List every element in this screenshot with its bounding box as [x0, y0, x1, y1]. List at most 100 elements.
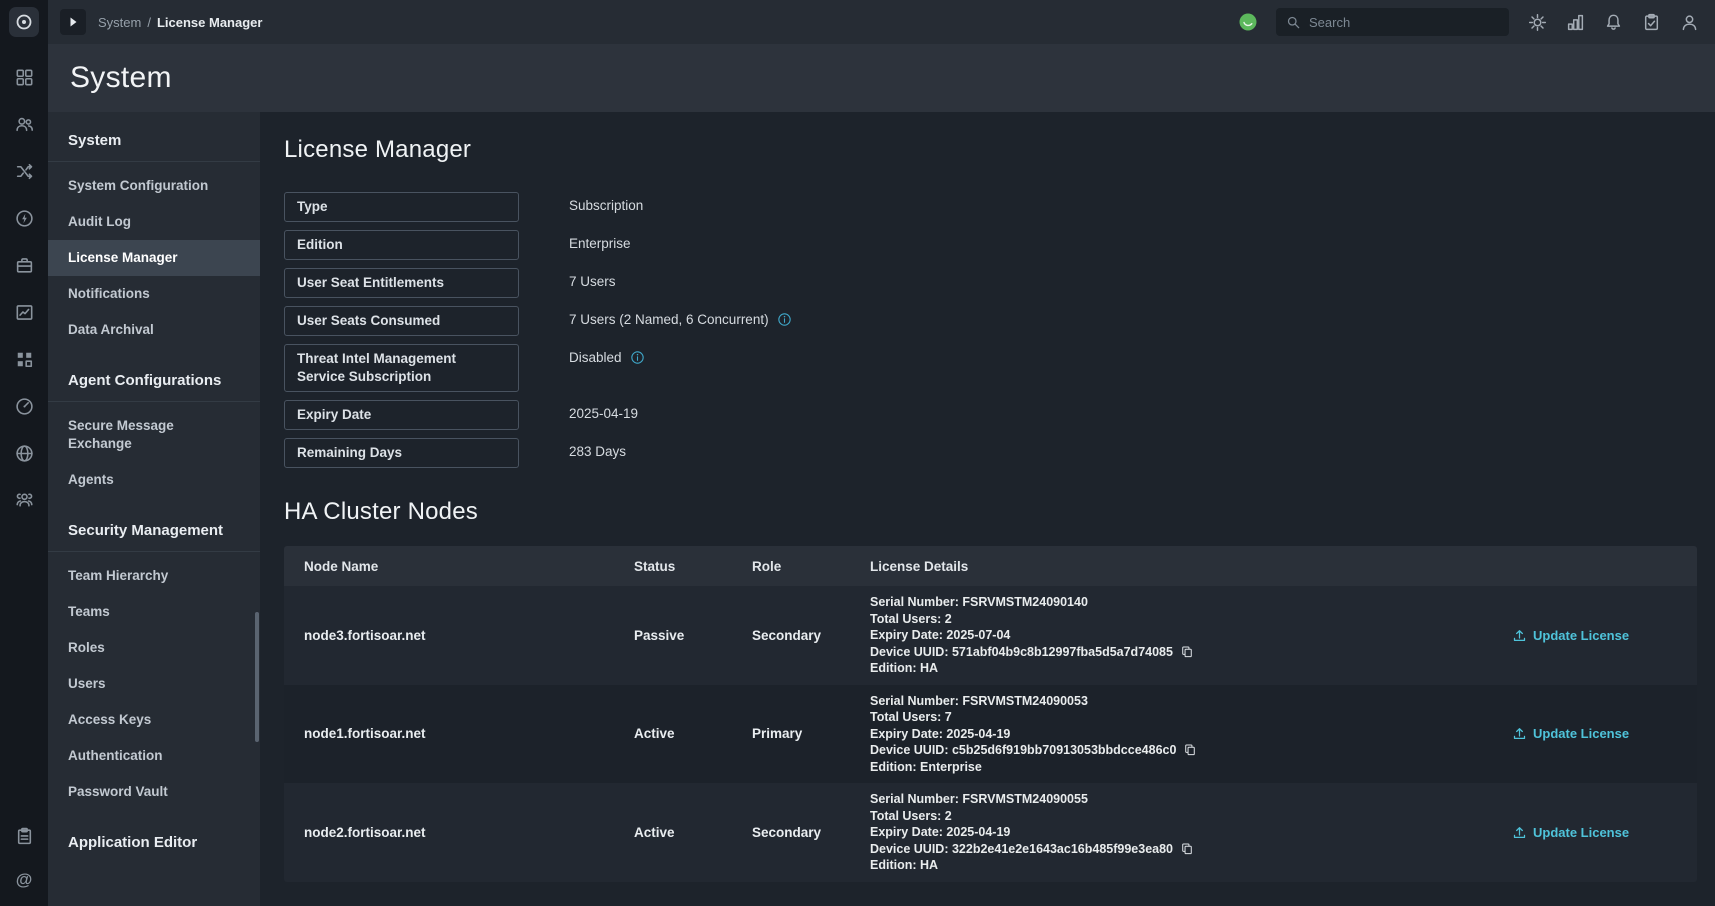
apps-grid-icon[interactable]: [14, 349, 34, 369]
total-users-line: Total Users: 7: [870, 709, 1512, 726]
column-header-license-details: License Details: [870, 559, 1512, 574]
settings-gear-icon[interactable]: [1527, 12, 1547, 32]
field-label: Edition: [284, 230, 519, 260]
edition-line: Edition: HA: [870, 857, 1512, 874]
serial-number-line: Serial Number: FSRVMSTM24090053: [870, 693, 1512, 710]
sidebar-item-data-archival[interactable]: Data Archival: [48, 312, 260, 348]
approvals-icon[interactable]: [1641, 12, 1661, 32]
table-row-node2: node2.fortisoar.net Active Secondary Ser…: [284, 783, 1697, 882]
sidebar-section-security-management: Security Management Team Hierarchy Teams…: [48, 508, 260, 810]
reports-chart-icon[interactable]: [14, 302, 34, 322]
search-box[interactable]: [1276, 8, 1509, 36]
field-row-remaining-days: Remaining Days 283 Days: [284, 438, 1697, 468]
sidebar-item-authentication[interactable]: Authentication: [48, 738, 260, 774]
sidebar-scrollbar[interactable]: [255, 612, 259, 742]
page-title: System: [70, 61, 172, 95]
team-group-icon[interactable]: [14, 490, 34, 510]
ha-cluster-table: Node Name Status Role License Details no…: [284, 546, 1697, 882]
system-health-icon[interactable]: [1238, 12, 1258, 32]
total-users-line: Total Users: 2: [870, 808, 1512, 825]
field-row-threat-intel-subscription: Threat Intel Management Service Subscrip…: [284, 344, 1697, 392]
ha-cluster-heading: HA Cluster Nodes: [284, 498, 1697, 526]
topbar-right: [1238, 8, 1699, 36]
device-uuid-line: Device UUID: 322b2e41e2e1643ac16b485f99e…: [870, 841, 1512, 858]
sidebar-item-team-hierarchy[interactable]: Team Hierarchy: [48, 558, 260, 594]
copy-icon[interactable]: [1180, 645, 1194, 659]
main-content: License Manager Type Subscription Editio…: [260, 112, 1715, 906]
navigator-gauge-icon[interactable]: [14, 396, 34, 416]
breadcrumb-separator: /: [147, 15, 151, 30]
license-details-cell: Serial Number: FSRVMSTM24090055 Total Us…: [870, 783, 1512, 882]
sidebar-item-audit-log[interactable]: Audit Log: [48, 204, 260, 240]
sidebar-section-agent-configurations: Agent Configurations Secure Message Exch…: [48, 358, 260, 498]
sidebar-item-roles[interactable]: Roles: [48, 630, 260, 666]
license-details-cell: Serial Number: FSRVMSTM24090140 Total Us…: [870, 586, 1512, 685]
field-label: Expiry Date: [284, 400, 519, 430]
sidebar-section-title: Agent Configurations: [48, 358, 260, 401]
play-arrow-icon: [67, 16, 79, 28]
field-label: Remaining Days: [284, 438, 519, 468]
update-license-button[interactable]: Update License: [1512, 825, 1629, 840]
breadcrumb-parent[interactable]: System: [98, 15, 141, 30]
connectors-shuffle-icon[interactable]: [14, 161, 34, 181]
sidebar-expand-button[interactable]: [60, 9, 86, 35]
update-license-button[interactable]: Update License: [1512, 628, 1629, 643]
tasks-clipboard-icon[interactable]: [14, 826, 34, 846]
sidebar-item-license-manager[interactable]: License Manager: [48, 240, 260, 276]
total-users-line: Total Users: 2: [870, 611, 1512, 628]
field-value: 7 Users: [569, 268, 616, 289]
field-value: 283 Days: [569, 438, 626, 459]
briefcase-icon[interactable]: [14, 255, 34, 275]
device-uuid-line: Device UUID: 571abf04b9c8b12997fba5d5a7d…: [870, 644, 1512, 661]
app-logo[interactable]: [0, 0, 48, 44]
widgets-icon[interactable]: [1565, 12, 1585, 32]
sidebar-item-secure-message-exchange[interactable]: Secure Message Exchange: [48, 408, 260, 462]
mentions-at-icon[interactable]: @: [14, 870, 34, 890]
node-name-cell: node3.fortisoar.net: [284, 628, 634, 643]
field-label: Threat Intel Management Service Subscrip…: [284, 344, 519, 392]
sidebar-item-system-configuration[interactable]: System Configuration: [48, 168, 260, 204]
serial-number-line: Serial Number: FSRVMSTM24090055: [870, 791, 1512, 808]
field-label: User Seats Consumed: [284, 306, 519, 336]
field-value: Enterprise: [569, 230, 631, 251]
sidebar-item-users[interactable]: Users: [48, 666, 260, 702]
sidebar-section-application-editor: Application Editor: [48, 820, 260, 863]
search-input[interactable]: [1309, 15, 1499, 30]
status-cell: Active: [634, 726, 752, 741]
column-header-role: Role: [752, 559, 870, 574]
action-cell: Update License: [1512, 825, 1697, 840]
upload-icon: [1512, 628, 1527, 643]
notifications-bell-icon[interactable]: [1603, 12, 1623, 32]
field-row-edition: Edition Enterprise: [284, 230, 1697, 260]
copy-icon[interactable]: [1180, 842, 1194, 856]
dashboard-icon[interactable]: [14, 67, 34, 87]
role-cell: Primary: [752, 726, 870, 741]
sidebar-section-title: Security Management: [48, 508, 260, 551]
update-license-button[interactable]: Update License: [1512, 726, 1629, 741]
rail-bottom-icons: @: [14, 826, 34, 906]
sidebar-section-system: System System Configuration Audit Log Li…: [48, 118, 260, 348]
sidebar-item-agents[interactable]: Agents: [48, 462, 260, 498]
page-title-band: System: [48, 44, 1715, 112]
sidebar-item-access-keys[interactable]: Access Keys: [48, 702, 260, 738]
icon-rail: @: [0, 0, 48, 906]
column-header-node-name: Node Name: [284, 559, 634, 574]
automation-bolt-icon[interactable]: [14, 208, 34, 228]
users-icon[interactable]: [14, 114, 34, 134]
globe-icon[interactable]: [14, 443, 34, 463]
user-menu-icon[interactable]: [1679, 12, 1699, 32]
copy-icon[interactable]: [1183, 743, 1197, 757]
info-icon[interactable]: [630, 350, 645, 365]
rail-icon-list: [14, 44, 34, 510]
info-icon[interactable]: [777, 312, 792, 327]
table-row-node3: node3.fortisoar.net Passive Secondary Se…: [284, 586, 1697, 685]
table-row-node1: node1.fortisoar.net Active Primary Seria…: [284, 685, 1697, 784]
license-fields: Type Subscription Edition Enterprise Use…: [284, 192, 1697, 468]
sidebar-item-notifications[interactable]: Notifications: [48, 276, 260, 312]
sidebar-item-teams[interactable]: Teams: [48, 594, 260, 630]
app-root: @ System / License Manager: [0, 0, 1715, 906]
edition-line: Edition: Enterprise: [870, 759, 1512, 776]
sidebar-item-password-vault[interactable]: Password Vault: [48, 774, 260, 810]
node-name-cell: node1.fortisoar.net: [284, 726, 634, 741]
column-header-status: Status: [634, 559, 752, 574]
